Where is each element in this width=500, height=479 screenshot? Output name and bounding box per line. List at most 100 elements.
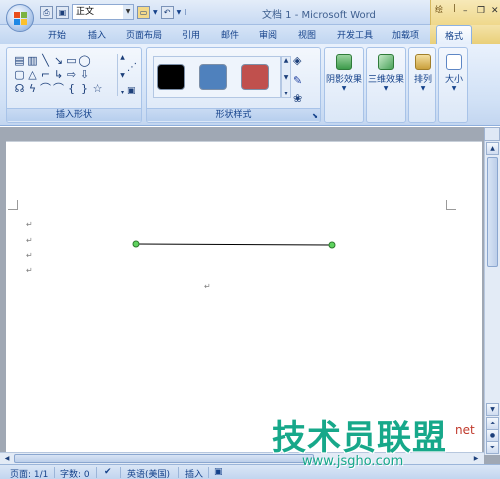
- curve-icon[interactable]: ⌒: [39, 82, 52, 96]
- chevron-down-icon[interactable]: ▼: [284, 74, 289, 81]
- restore-icon[interactable]: ❐: [477, 6, 485, 16]
- blank-shape: [104, 54, 117, 68]
- right-brace-icon[interactable]: }: [78, 82, 91, 96]
- down-arrow-icon[interactable]: ⇩: [78, 68, 91, 82]
- scroll-left-button[interactable]: ◀: [1, 453, 13, 464]
- line-end-handle[interactable]: [328, 241, 336, 249]
- vertical-text-box-icon[interactable]: ▥: [26, 54, 39, 68]
- shadow-effects-button[interactable]: 阴影效果 ▼: [325, 50, 363, 110]
- 3d-effects-button[interactable]: 三维效果 ▼: [367, 50, 405, 110]
- word-count[interactable]: 字数: 0: [60, 467, 90, 479]
- divider: [120, 467, 121, 478]
- freeform-icon[interactable]: ☊: [13, 82, 26, 96]
- horizontal-scrollbar[interactable]: ◀ ▶: [0, 452, 484, 464]
- insert-mode-indicator[interactable]: 插入: [185, 467, 203, 479]
- 3d-effects-icon: [378, 54, 394, 70]
- tab-view[interactable]: 视图: [298, 28, 316, 41]
- rectangle-icon[interactable]: ▭: [65, 54, 78, 68]
- open-folder-icon[interactable]: ▭: [137, 5, 150, 19]
- chevron-down-icon: ▼: [451, 85, 457, 92]
- star-icon[interactable]: ☆: [91, 82, 104, 96]
- ribbon-tabs: 开始 插入 页面布局 引用 邮件 审阅 视图 开发工具 加载项 格式: [0, 25, 500, 45]
- chevron-up-icon[interactable]: ▲: [284, 57, 289, 64]
- status-bar: 页面: 1/1 字数: 0 ✔ 英语(美国) 插入 ▣: [0, 464, 500, 479]
- divider: [208, 467, 209, 478]
- arrow-icon[interactable]: ↘: [52, 54, 65, 68]
- horizontal-scroll-thumb[interactable]: [14, 454, 314, 463]
- language-indicator[interactable]: 英语(美国): [127, 467, 170, 479]
- tab-review[interactable]: 审阅: [259, 28, 277, 41]
- print-icon[interactable]: ⎙: [40, 5, 53, 19]
- tab-insert[interactable]: 插入: [88, 28, 106, 41]
- tab-developer[interactable]: 开发工具: [337, 28, 373, 41]
- style-selector[interactable]: 正文 ▼: [72, 4, 134, 20]
- spell-check-icon[interactable]: ✔: [104, 467, 112, 477]
- macro-recording-icon[interactable]: ▣: [214, 467, 223, 477]
- tab-format[interactable]: 格式: [436, 25, 473, 45]
- right-arrow-icon[interactable]: ⇨: [65, 68, 78, 82]
- rounded-rectangle-icon[interactable]: ▢: [13, 68, 26, 82]
- line-start-handle[interactable]: [132, 240, 140, 248]
- divider: |: [453, 3, 456, 12]
- elbow-arrow-icon[interactable]: ↳: [52, 68, 65, 82]
- page-count[interactable]: 页面: 1/1: [10, 467, 48, 479]
- scroll-down-button[interactable]: ▼: [486, 403, 499, 416]
- chevron-down-icon[interactable]: ▼: [153, 9, 158, 16]
- text-box-icon[interactable]: ▤: [13, 54, 26, 68]
- triangle-icon[interactable]: △: [26, 68, 39, 82]
- line-icon[interactable]: ╲: [39, 54, 52, 68]
- save-icon[interactable]: ▣: [56, 5, 69, 19]
- style-swatch-blue[interactable]: [199, 64, 227, 90]
- shape-outline-icon[interactable]: ✎: [293, 74, 302, 87]
- line-shape[interactable]: [6, 142, 482, 464]
- oval-icon[interactable]: ◯: [78, 54, 91, 68]
- minimize-icon[interactable]: –: [463, 6, 468, 16]
- vertical-scroll-thumb[interactable]: [487, 157, 498, 267]
- chevron-down-icon[interactable]: ▼: [123, 5, 133, 19]
- undo-icon[interactable]: ↶: [160, 5, 174, 19]
- more-icon[interactable]: ▾: [121, 89, 124, 96]
- chevron-down-icon[interactable]: ▼: [177, 9, 182, 16]
- vertical-scrollbar[interactable]: ▲ ▼ ⏶ ● ⏷: [484, 141, 500, 455]
- elbow-connector-icon[interactable]: ⌐: [39, 68, 52, 82]
- change-shape-icon[interactable]: ❀: [293, 92, 302, 105]
- scroll-right-button[interactable]: ▶: [470, 453, 482, 464]
- size-group: 大小 ▼: [438, 47, 468, 123]
- tab-add-ins[interactable]: 加载项: [392, 28, 419, 41]
- next-page-button[interactable]: ⏷: [486, 441, 499, 454]
- shapes-gallery-scroll[interactable]: ▲ ▼ ▾: [117, 54, 127, 96]
- office-button[interactable]: [6, 4, 34, 32]
- shadow-effects-icon: [336, 54, 352, 70]
- document-page[interactable]: ↵ ↵ ↵ ↵ ↵: [6, 141, 482, 463]
- more-icon[interactable]: ▾: [284, 90, 287, 97]
- arrange-group: 排列 ▼: [408, 47, 436, 123]
- style-swatch-black[interactable]: [157, 64, 185, 90]
- shadow-effects-group: 阴影效果 ▼: [324, 47, 364, 123]
- size-button[interactable]: 大小 ▼: [435, 50, 473, 110]
- left-brace-icon[interactable]: {: [65, 82, 78, 96]
- blank-shape: [104, 82, 117, 96]
- chevron-down-icon: ▼: [341, 85, 347, 92]
- tab-page-layout[interactable]: 页面布局: [126, 28, 162, 41]
- tab-home[interactable]: 开始: [48, 28, 66, 41]
- drawn-line[interactable]: [135, 243, 333, 246]
- scroll-up-button[interactable]: ▲: [486, 142, 499, 155]
- lightning-icon[interactable]: ϟ: [26, 82, 39, 96]
- shadow-effects-label: 阴影效果: [325, 75, 362, 85]
- style-swatch-red[interactable]: [241, 64, 269, 90]
- tab-mailings[interactable]: 邮件: [221, 28, 239, 41]
- style-gallery-scroll[interactable]: ▲ ▼ ▾: [281, 56, 291, 98]
- chevron-up-icon[interactable]: ▲: [120, 54, 125, 61]
- arc-icon[interactable]: ⌒: [52, 82, 65, 96]
- size-label: 大小: [444, 75, 463, 85]
- view-ruler-button[interactable]: [484, 127, 500, 141]
- customize-qat-icon[interactable]: ⁝: [184, 8, 187, 17]
- edit-points-icon[interactable]: ⋰: [127, 62, 137, 73]
- shape-fill-icon[interactable]: ◈: [293, 54, 301, 67]
- draw-textbox-icon[interactable]: ▣: [127, 86, 136, 96]
- tab-references[interactable]: 引用: [182, 28, 200, 41]
- close-icon[interactable]: ✕: [491, 6, 499, 16]
- dialog-launcher-icon[interactable]: ⬊: [312, 112, 318, 120]
- chevron-down-icon[interactable]: ▼: [120, 72, 125, 79]
- 3d-effects-label: 三维效果: [367, 75, 404, 85]
